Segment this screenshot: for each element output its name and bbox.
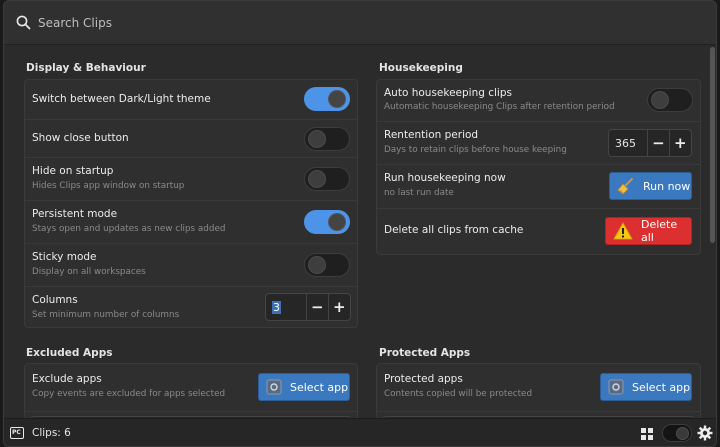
grid-view-icon[interactable] bbox=[641, 428, 653, 440]
housekeeping-card: Auto housekeeping clips Automatic housek… bbox=[376, 79, 701, 255]
hide-startup-toggle[interactable] bbox=[304, 167, 350, 191]
status-bar: PC Clips: 6 bbox=[4, 418, 716, 446]
close-button-toggle[interactable] bbox=[304, 127, 350, 151]
excluded-card: Exclude apps Copy events are excluded fo… bbox=[24, 363, 358, 418]
increment-button[interactable]: + bbox=[670, 130, 691, 156]
columns-value[interactable]: 3 bbox=[266, 294, 308, 320]
setting-title: Switch between Dark/Light theme bbox=[32, 93, 211, 105]
app-window: Display & Behaviour Switch between Dark/… bbox=[3, 0, 717, 447]
section-title-display: Display & Behaviour bbox=[26, 62, 146, 74]
section-title-housekeeping: Housekeeping bbox=[379, 62, 463, 74]
protected-select-app-button[interactable]: Select app bbox=[600, 373, 692, 401]
persistent-mode-toggle[interactable] bbox=[304, 210, 350, 234]
decrement-button[interactable]: − bbox=[307, 294, 329, 320]
auto-housekeeping-toggle[interactable] bbox=[647, 88, 693, 112]
setting-description: Set minimum number of columns bbox=[32, 310, 180, 320]
setting-description: Contents copied will be protected bbox=[384, 389, 533, 399]
setting-row-hide-startup: Hide on startup Hides Clips app window o… bbox=[25, 158, 357, 201]
app-icon bbox=[608, 379, 624, 395]
search-input[interactable] bbox=[38, 11, 678, 35]
search-bar bbox=[4, 1, 716, 45]
app-icon bbox=[266, 379, 282, 395]
toggle-knob bbox=[308, 130, 326, 148]
setting-row-columns: Columns Set minimum number of columns 3 … bbox=[25, 287, 357, 327]
setting-title: Show close button bbox=[32, 132, 129, 144]
setting-row-persistent: Persistent mode Stays open and updates a… bbox=[25, 201, 357, 244]
clips-count: Clips: 6 bbox=[32, 427, 71, 439]
settings-content: Display & Behaviour Switch between Dark/… bbox=[4, 46, 710, 418]
gear-icon[interactable] bbox=[697, 425, 713, 441]
setting-row-exclude-apps: Exclude apps Copy events are excluded fo… bbox=[25, 364, 357, 412]
columns-value-text: 3 bbox=[272, 300, 281, 314]
setting-title: Protected apps bbox=[384, 373, 463, 385]
toggle-knob bbox=[651, 91, 669, 109]
toggle-knob bbox=[308, 170, 326, 188]
section-title-excluded: Excluded Apps bbox=[26, 347, 113, 359]
setting-description: Copy events are excluded for apps select… bbox=[32, 389, 226, 399]
setting-row-run-housekeeping: Run housekeeping now no last run date Ru… bbox=[377, 165, 700, 209]
toggle-knob bbox=[328, 90, 346, 108]
retention-value[interactable]: 365 bbox=[609, 130, 649, 156]
setting-title: Auto housekeeping clips bbox=[384, 87, 512, 99]
decrement-button[interactable]: − bbox=[648, 130, 670, 156]
setting-description: Hides Clips app window on startup bbox=[32, 181, 185, 191]
toggle-knob bbox=[308, 256, 326, 274]
setting-description: Display on all workspaces bbox=[32, 267, 146, 277]
setting-description: Stays open and updates as new clips adde… bbox=[32, 224, 226, 234]
delete-all-button[interactable]: Delete all bbox=[605, 217, 692, 245]
search-icon bbox=[16, 15, 31, 30]
setting-title: Sticky mode bbox=[32, 251, 97, 263]
broom-icon bbox=[617, 177, 635, 195]
setting-row-theme: Switch between Dark/Light theme bbox=[25, 80, 357, 120]
select-app-label: Select app bbox=[632, 380, 691, 394]
toggle-knob bbox=[676, 427, 689, 440]
increment-button[interactable]: + bbox=[329, 294, 350, 320]
warning-icon bbox=[613, 222, 633, 240]
setting-row-auto-housekeeping: Auto housekeeping clips Automatic housek… bbox=[377, 80, 700, 122]
setting-title: Delete all clips from cache bbox=[384, 224, 524, 236]
select-app-label: Select app bbox=[290, 380, 349, 394]
status-toggle[interactable] bbox=[662, 424, 692, 442]
exclude-select-app-button[interactable]: Select app bbox=[258, 373, 350, 401]
setting-row-delete-all: Delete all clips from cache Delete all bbox=[377, 209, 700, 254]
setting-title: Hide on startup bbox=[32, 165, 114, 177]
run-now-label: Run now bbox=[643, 179, 691, 193]
sticky-mode-toggle[interactable] bbox=[304, 253, 350, 277]
scrollbar[interactable] bbox=[710, 47, 715, 243]
theme-toggle[interactable] bbox=[304, 87, 350, 111]
setting-title: Run housekeeping now bbox=[384, 172, 506, 184]
setting-description: Automatic housekeeping Clips after reten… bbox=[384, 102, 615, 112]
setting-title: Rentention period bbox=[384, 129, 479, 141]
setting-row-close-button: Show close button bbox=[25, 120, 357, 158]
protected-card: Protected apps Contents copied will be p… bbox=[376, 363, 701, 418]
setting-title: Exclude apps bbox=[32, 373, 102, 385]
section-title-protected: Protected Apps bbox=[379, 347, 471, 359]
retention-stepper[interactable]: 365 − + bbox=[608, 129, 692, 157]
setting-title: Persistent mode bbox=[32, 208, 118, 220]
clips-logo: PC bbox=[10, 427, 24, 439]
display-card: Switch between Dark/Light theme Show clo… bbox=[24, 79, 358, 328]
setting-row-protected-apps: Protected apps Contents copied will be p… bbox=[377, 364, 700, 412]
setting-row-sticky: Sticky mode Display on all workspaces bbox=[25, 244, 357, 287]
toggle-knob bbox=[328, 213, 346, 231]
setting-title: Columns bbox=[32, 294, 78, 306]
columns-stepper[interactable]: 3 − + bbox=[265, 293, 351, 321]
setting-row-retention: Rentention period Days to retain clips b… bbox=[377, 122, 700, 165]
delete-all-label: Delete all bbox=[641, 218, 678, 244]
setting-description: no last run date bbox=[384, 188, 454, 198]
run-now-button[interactable]: Run now bbox=[609, 172, 692, 200]
setting-description: Days to retain clips before house keepin… bbox=[384, 145, 567, 155]
